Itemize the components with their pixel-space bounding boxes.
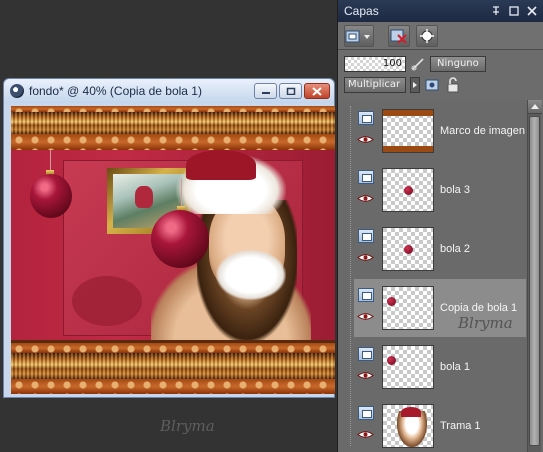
raster-layer-icon	[358, 288, 374, 302]
palette-toolbar	[338, 22, 543, 50]
palette-title: Capas	[344, 4, 379, 18]
palette-restore-icon[interactable]	[509, 6, 519, 16]
image-window-title: fondo* @ 40% (Copia de bola 1)	[29, 84, 202, 98]
layer-name: bola 3	[440, 184, 470, 196]
blend-mode-select[interactable]: Multiplicar	[344, 77, 406, 93]
frame-band-top	[11, 112, 335, 134]
palette-close-icon[interactable]	[527, 6, 537, 16]
frame-band-bottom	[11, 353, 335, 379]
layer-effects-button[interactable]	[416, 24, 438, 47]
raster-layer-icon	[358, 347, 374, 361]
layer-thumbnail	[382, 286, 434, 330]
layers-list: Marco de imagen bola 3 bola 2 Copia de b…	[338, 100, 543, 452]
eye-icon[interactable]	[357, 371, 374, 380]
eye-icon[interactable]	[357, 253, 374, 262]
eye-icon[interactable]	[357, 135, 374, 144]
link-icon[interactable]	[410, 57, 426, 71]
minimize-button[interactable]	[254, 83, 277, 99]
lock-icon[interactable]	[446, 77, 460, 93]
blend-row: Multiplicar	[344, 77, 460, 93]
app-icon	[10, 84, 24, 98]
image-canvas[interactable]	[11, 106, 335, 394]
mask-dropdown[interactable]: Ninguno	[430, 56, 486, 72]
ornament-ball-left	[30, 174, 72, 218]
raster-layer-icon	[358, 111, 374, 125]
close-button[interactable]	[304, 83, 330, 99]
palette-watermark: Blryma	[458, 314, 513, 332]
ornament-ball-center	[151, 210, 209, 268]
layer-thumbnail	[382, 168, 434, 212]
layer-row-bola-1[interactable]: bola 1	[354, 338, 526, 396]
opacity-field[interactable]: 100	[344, 56, 406, 72]
delete-layer-button[interactable]	[388, 24, 410, 47]
layer-thumbnail	[382, 109, 434, 153]
layer-thumbnail	[382, 345, 434, 389]
maximize-button[interactable]	[279, 83, 302, 99]
raster-layer-icon	[358, 170, 374, 184]
maximize-icon	[286, 87, 295, 95]
window-controls	[254, 83, 330, 99]
minimize-icon	[261, 92, 270, 94]
layer-name: Trama 1	[440, 420, 481, 432]
scroll-up-icon[interactable]	[528, 100, 542, 114]
image-window-titlebar[interactable]: fondo* @ 40% (Copia de bola 1)	[4, 79, 334, 103]
watermark: Blryma	[160, 417, 215, 435]
layer-name: bola 2	[440, 243, 470, 255]
eye-icon[interactable]	[357, 312, 374, 321]
image-window: fondo* @ 40% (Copia de bola 1)	[3, 78, 335, 398]
pin-icon[interactable]	[491, 6, 501, 16]
layer-thumbnail	[382, 404, 434, 448]
layer-row-bola-3[interactable]: bola 3	[354, 161, 526, 219]
eye-icon[interactable]	[357, 194, 374, 203]
layer-name: Copia de bola 1	[440, 302, 518, 314]
eye-icon[interactable]	[357, 430, 374, 439]
raster-layer-icon	[358, 406, 374, 420]
opacity-row: 100 Ninguno	[344, 56, 486, 72]
layers-palette: Capas 100 Ninguno Multiplicar Marco de i…	[337, 0, 543, 452]
layer-row-trama-1[interactable]: Trama 1	[354, 397, 526, 452]
layer-thumbnail	[382, 227, 434, 271]
close-icon	[312, 86, 322, 96]
blend-mode-arrow-icon[interactable]	[410, 77, 420, 93]
layer-name: bola 1	[440, 361, 470, 373]
layer-row-bola-2[interactable]: bola 2	[354, 220, 526, 278]
frame-ornament-bottom-outer	[11, 379, 335, 394]
new-layer-icon	[345, 30, 360, 42]
christmas-scene	[11, 150, 335, 340]
layer-name: Marco de imagen	[440, 125, 525, 137]
frame-ornament-bottom	[11, 343, 335, 353]
new-layer-button[interactable]	[344, 24, 374, 47]
layer-visibility-toggle-icon[interactable]	[424, 77, 442, 93]
raster-layer-icon	[358, 229, 374, 243]
delete-layer-icon	[390, 29, 407, 44]
frame-ornament-top-inner	[11, 134, 335, 150]
scroll-thumb[interactable]	[529, 116, 540, 446]
layers-scrollbar[interactable]	[527, 100, 542, 452]
layer-effects-icon	[420, 28, 434, 43]
layer-row-marco-de-imagen[interactable]: Marco de imagen	[354, 102, 526, 160]
